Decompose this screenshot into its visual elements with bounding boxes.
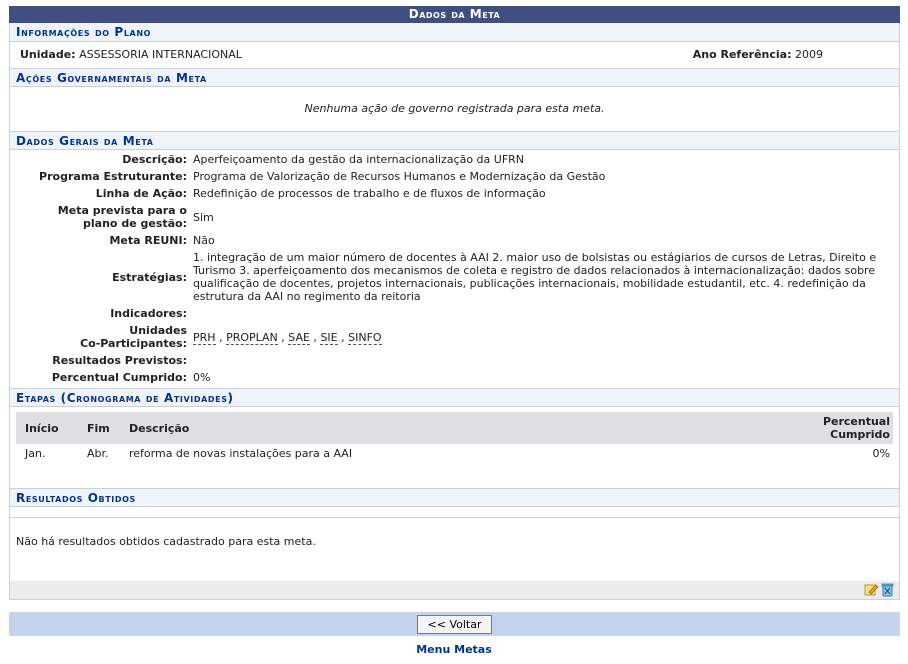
linha-acao-row: Linha de Ação: Redefinição de processos … [10,185,899,202]
unidade-link-sinfo[interactable]: SINFO [348,330,382,345]
col-percentual-line2: Cumprido [830,428,890,441]
etapa-fim: Abr. [87,447,109,460]
meta-prevista-label-line2: plano de gestão: [83,217,187,230]
col-percentual-line1: Percentual [822,415,890,428]
descricao-value: Aperfeiçoamento da gestão da internacion… [193,153,525,166]
unidade-link-prh[interactable]: PRH [193,330,216,345]
percentual-value: 0% [193,371,211,384]
acoes-empty-message: Nenhuma ação de governo registrada para … [304,102,605,115]
separator: , [337,330,349,344]
indicadores-value [190,305,899,322]
indicadores-label: Indicadores: [110,307,187,320]
programa-label: Programa Estruturante: [39,170,187,183]
unidade-link-sae[interactable]: SAE [288,330,310,345]
resultados-empty-text: Não há resultados obtidos cadastrado par… [16,535,316,548]
resultados-empty-message: Não há resultados obtidos cadastrado par… [10,517,899,581]
meta-prevista-value: Sim [193,210,214,224]
unidades-label: Unidades Co-Participantes: [10,322,190,352]
unidade-field: Unidade: ASSESSORIA INTERNACIONAL [20,42,242,68]
unidade-link-proplan[interactable]: PROPLAN [226,330,278,345]
unidade-link-sie[interactable]: SIE [320,330,338,345]
unidade-value: ASSESSORIA INTERNACIONAL [79,48,242,61]
reuni-row: Meta REUNI: Não [10,232,899,249]
separator: , [309,330,321,344]
etapa-percentual: 0% [872,447,890,460]
estrategias-value: 1. integração de um maior número de doce… [193,251,877,303]
descricao-label: Descrição: [122,153,187,166]
section-dados-gerais: Dados Gerais da Meta [10,131,899,150]
table-row: Jan. Abr. reforma de novas instalações p… [16,444,893,464]
unidade-label: Unidade: [20,48,76,61]
ano-label: Ano Referência: [692,48,792,61]
voltar-button[interactable]: << Voltar [416,614,493,634]
etapas-container: Início Fim Descrição Percentual Cumprido… [16,412,893,484]
meta-prevista-row: Meta prevista para o plano de gestão: Si… [10,202,899,232]
separator: , [215,330,227,344]
percentual-row: Percentual Cumprido: 0% [10,369,899,386]
section-resultados-obtidos: Resultados Obtidos [10,488,899,507]
section-etapas: Etapas (Cronograma de Atividades) [10,388,899,407]
meta-prevista-label-line1: Meta prevista para o [57,204,187,217]
form-caption: Dados da Meta [9,6,900,23]
linha-acao-value: Redefinição de processos de trabalho e d… [193,187,546,200]
col-inicio: Início [25,421,59,435]
meta-prevista-label: Meta prevista para o plano de gestão: [10,202,190,232]
linha-acao-label: Linha de Ação: [95,187,187,200]
section-acoes-governamentais: Ações Governamentais da Meta [10,68,899,87]
unidades-value: PRH , PROPLAN , SAE , SIE , SINFO [190,322,899,352]
unidades-label-line2: Co-Participantes: [80,337,187,350]
col-descricao: Descrição [129,421,190,435]
programa-row: Programa Estruturante: Programa de Valor… [10,168,899,185]
section-informacoes-plano: Informações do Plano [10,23,899,42]
etapas-header-row: Início Fim Descrição Percentual Cumprido [16,412,893,444]
unidades-row: Unidades Co-Participantes: PRH , PROPLAN… [10,322,899,352]
separator: , [277,330,289,344]
footer-bar: << Voltar [9,612,900,636]
col-percentual: Percentual Cumprido [702,412,893,444]
main-form: Dados da Meta Informações do Plano Unida… [9,6,900,636]
ano-value: 2009 [795,48,823,61]
menu-metas-link[interactable]: Menu Metas [0,643,908,656]
resultados-previstos-value [190,352,899,369]
estrategias-label: Estratégias: [112,270,187,284]
action-icons [864,582,895,597]
unidades-label-line1: Unidades [129,324,187,337]
delete-icon[interactable] [880,582,895,597]
reuni-value: Não [193,234,215,247]
etapas-table: Início Fim Descrição Percentual Cumprido… [16,412,893,464]
percentual-label: Percentual Cumprido: [51,371,187,384]
form-panel: Informações do Plano Unidade: ASSESSORIA… [9,23,900,600]
etapa-descricao: reforma de novas instalações para a AAI [129,447,353,460]
indicadores-row: Indicadores: [10,305,899,322]
descricao-row: Descrição: Aperfeiçoamento da gestão da … [10,151,899,168]
dados-gerais-table: Descrição: Aperfeiçoamento da gestão da … [10,151,899,386]
etapas-footer [16,464,893,484]
etapa-inicio: Jan. [25,447,46,460]
ano-field: Ano Referência: 2009 [693,42,823,68]
programa-value: Programa de Valorização de Recursos Huma… [193,170,606,183]
resultados-previstos-row: Resultados Previstos: [10,352,899,369]
edit-icon[interactable] [864,582,879,597]
resultados-action-bar [10,581,899,599]
estrategias-row: Estratégias: 1. integração de um maior n… [10,249,899,305]
col-fim: Fim [87,421,110,435]
reuni-label: Meta REUNI: [109,234,187,247]
unidade-row: Unidade: ASSESSORIA INTERNACIONAL Ano Re… [10,42,899,68]
resultados-previstos-label: Resultados Previstos: [52,354,187,367]
